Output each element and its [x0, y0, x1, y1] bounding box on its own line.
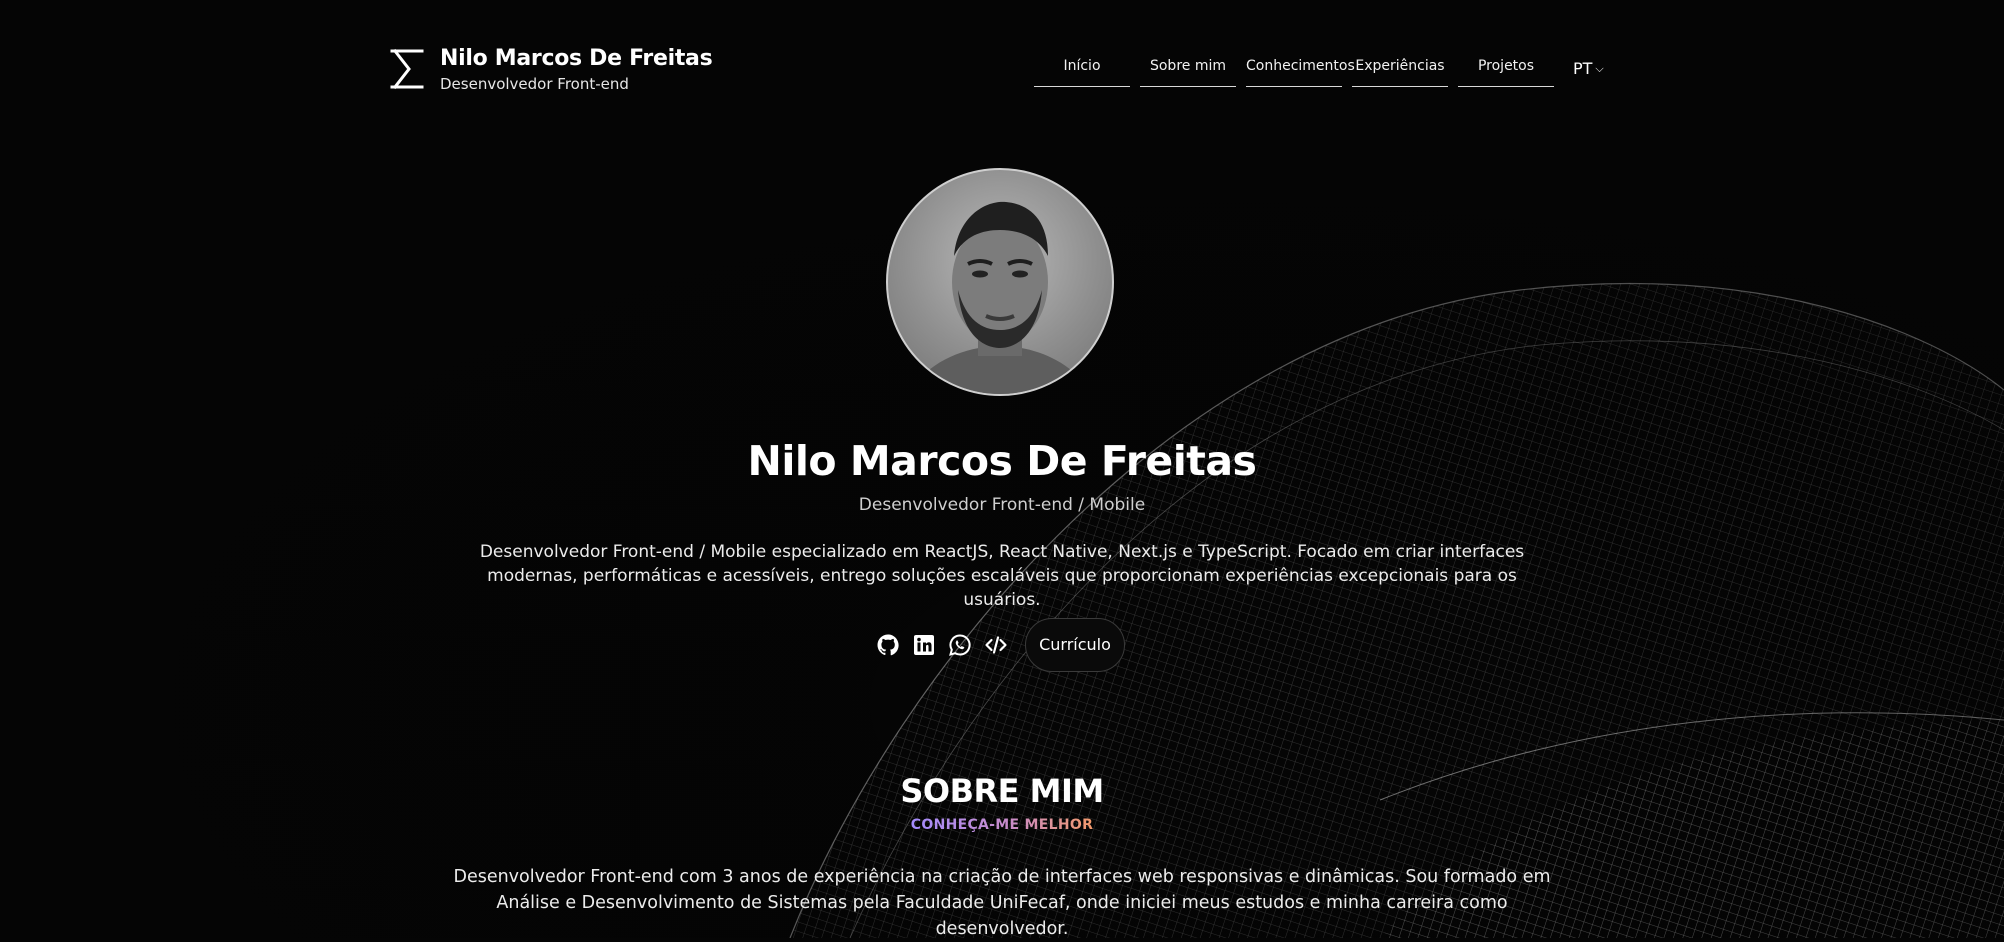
code-icon[interactable] — [984, 633, 1008, 657]
whatsapp-icon[interactable] — [948, 633, 972, 657]
logo-icon[interactable] — [390, 48, 426, 90]
hero-name: Nilo Marcos De Freitas — [747, 437, 1257, 485]
chevron-down-icon: ⌵ — [1595, 62, 1604, 75]
avatar — [886, 168, 1114, 396]
nav-inicio[interactable]: Início — [1034, 58, 1130, 87]
hero-role: Desenvolvedor Front-end / Mobile — [858, 495, 1146, 515]
about-description: Desenvolvedor Front-end com 3 anos de ex… — [453, 867, 1551, 939]
nav-projetos[interactable]: Projetos — [1458, 58, 1554, 87]
brand-name[interactable]: Nilo Marcos De Freitas — [440, 46, 713, 71]
about-title: SOBRE MIM — [900, 772, 1104, 810]
nav-sobre-mim[interactable]: Sobre mim — [1140, 58, 1236, 87]
hero-description: Desenvolvedor Front-end / Mobile especia… — [479, 542, 1525, 610]
brand-role: Desenvolvedor Front-end — [440, 75, 629, 93]
github-icon[interactable] — [876, 633, 900, 657]
nav-experiencias[interactable]: Experiências — [1352, 58, 1448, 87]
language-selector[interactable]: PT ⌵ — [1573, 59, 1604, 78]
avatar-portrait — [908, 201, 1092, 394]
language-label: PT — [1573, 59, 1593, 78]
site-header: Nilo Marcos De Freitas Desenvolvedor Fro… — [390, 44, 1615, 94]
nav-conhecimentos[interactable]: Conhecimentos — [1246, 58, 1355, 87]
about-subtitle: CONHEÇA-ME MELHOR — [0, 817, 2004, 833]
about-subtitle-text: CONHEÇA-ME MELHOR — [910, 817, 1094, 833]
linkedin-icon[interactable] — [912, 633, 936, 657]
resume-button[interactable]: Currículo — [1025, 618, 1125, 672]
